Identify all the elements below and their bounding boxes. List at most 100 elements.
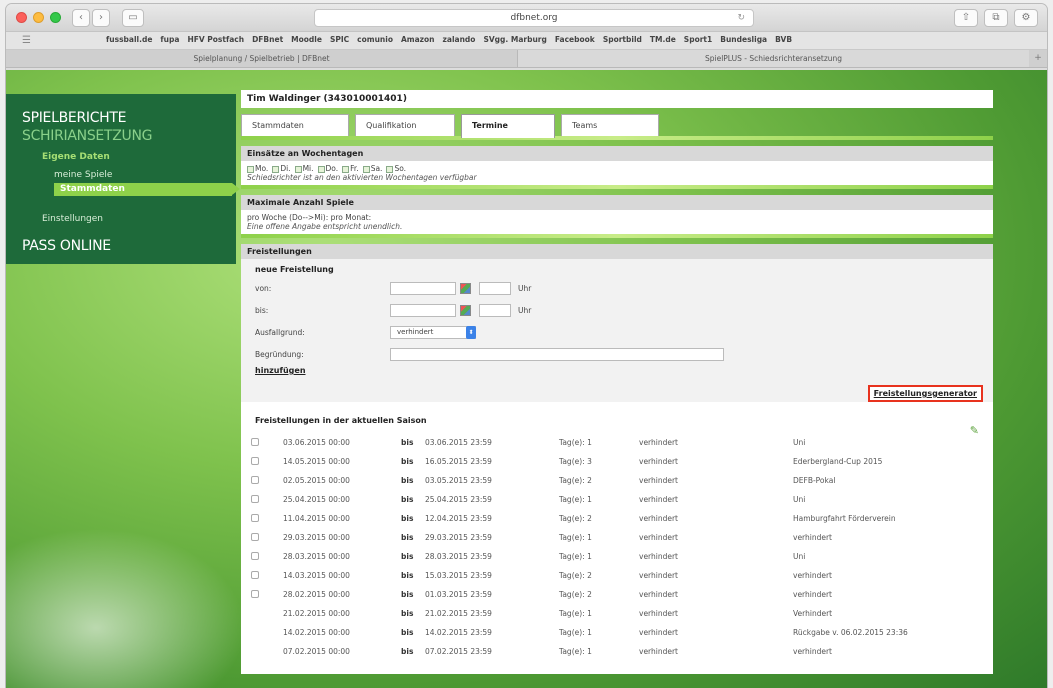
checkbox-icon[interactable] — [317, 165, 325, 173]
sidebar-item-einstellungen[interactable]: Einstellungen — [42, 214, 103, 224]
bis-cell: bis — [401, 628, 414, 637]
sidebar-item-schiriansetzung[interactable]: SCHIRIANSETZUNG — [22, 128, 152, 144]
checkbox-cell[interactable] — [251, 452, 283, 471]
bookmark-item[interactable]: comunio — [357, 35, 393, 44]
tab-stammdaten[interactable]: Stammdaten — [241, 114, 349, 136]
row-checkbox[interactable] — [251, 456, 259, 465]
bookmark-item[interactable]: Moodle — [291, 35, 322, 44]
bookmark-item[interactable]: HFV Postfach — [187, 35, 244, 44]
bookmark-item[interactable]: Sport1 — [684, 35, 712, 44]
bookmark-item[interactable]: fussball.de — [106, 35, 152, 44]
bookmarks-icon[interactable]: ☰ — [22, 35, 31, 46]
row-checkbox[interactable] — [251, 475, 259, 484]
edit-pencil-icon[interactable]: ✎ — [970, 424, 979, 437]
checkbox-icon[interactable] — [342, 165, 350, 173]
minimize-window-button[interactable] — [33, 12, 44, 23]
checkbox-cell[interactable] — [251, 433, 283, 452]
weekday-option[interactable]: Do. — [317, 164, 338, 173]
row-checkbox[interactable] — [251, 532, 259, 541]
row-checkbox[interactable] — [251, 570, 259, 579]
begruendung-input[interactable] — [390, 348, 724, 361]
row-checkbox[interactable] — [251, 437, 259, 446]
bis-time-input[interactable] — [479, 304, 511, 317]
von-time-input[interactable] — [479, 282, 511, 295]
freistellungsgenerator-link[interactable]: Freistellungsgenerator — [867, 385, 983, 402]
row-checkbox[interactable] — [251, 551, 259, 560]
weekday-option[interactable]: Mi. — [294, 164, 314, 173]
checkbox-icon[interactable] — [362, 165, 370, 173]
tab-termine[interactable]: Termine — [461, 114, 555, 138]
close-window-button[interactable] — [16, 12, 27, 23]
bookmark-item[interactable]: DFBnet — [252, 35, 283, 44]
divider — [241, 234, 993, 238]
sidebar-item-spielberichte[interactable]: SPIELBERICHTE — [22, 110, 127, 126]
bookmark-item[interactable]: Bundesliga — [720, 35, 767, 44]
checkbox-cell[interactable] — [251, 566, 283, 585]
reload-icon[interactable]: ↻ — [737, 10, 745, 26]
weekday-option[interactable]: Mo. — [247, 164, 268, 173]
weekday-option[interactable]: Fr. — [342, 164, 359, 173]
calendar-icon[interactable] — [460, 283, 471, 294]
bookmark-item[interactable]: TM.de — [650, 35, 676, 44]
from-cell: 28.02.2015 00:00 — [283, 590, 350, 599]
bookmark-item[interactable]: BVB — [775, 35, 792, 44]
tab-teams[interactable]: Teams — [561, 114, 659, 136]
sidebar-toggle-icon[interactable]: ▭ — [122, 9, 144, 27]
table-row: 28.03.2015 00:00 bis 28.03.2015 23:59 Tag(e… — [251, 547, 983, 566]
checkbox-icon[interactable] — [294, 165, 302, 173]
bookmark-item[interactable]: SPIC — [330, 35, 349, 44]
bookmark-item[interactable]: fupa — [160, 35, 179, 44]
bookmark-item[interactable]: Facebook — [555, 35, 595, 44]
reason-cell: verhindert — [639, 571, 678, 580]
freistellungen-title: Freistellungen — [241, 244, 993, 259]
sidebar-item-eigene-daten[interactable]: Eigene Daten — [42, 152, 110, 162]
sidebar-item-stammdaten[interactable]: Stammdaten — [54, 183, 240, 196]
days-cell: Tag(e): 2 — [559, 571, 592, 580]
tabs-overview-icon[interactable]: ⧉ — [984, 9, 1008, 27]
bis-date-input[interactable] — [390, 304, 456, 317]
back-icon[interactable]: ‹ — [72, 9, 90, 27]
from-cell: 11.04.2015 00:00 — [283, 514, 350, 523]
sidebar-item-meine-spiele[interactable]: meine Spiele — [54, 170, 112, 180]
zoom-window-button[interactable] — [50, 12, 61, 23]
browser-tab-dfbnet[interactable]: Spielplanung / Spielbetrieb | DFBnet — [6, 50, 517, 67]
weekday-option[interactable]: Sa. — [362, 164, 382, 173]
weekday-option[interactable]: So. — [386, 164, 406, 173]
checkbox-icon[interactable] — [272, 165, 280, 173]
checkbox-icon[interactable] — [247, 165, 254, 173]
tab-qualifikation[interactable]: Qualifikation — [355, 114, 455, 136]
weekday-option[interactable]: Di. — [272, 164, 291, 173]
row-checkbox[interactable] — [251, 494, 259, 503]
ausfallgrund-select[interactable]: verhindert ⬍ — [390, 326, 476, 339]
address-bar[interactable]: dfbnet.org ↻ — [314, 9, 754, 27]
von-date-input[interactable] — [390, 282, 456, 295]
settings-gear-icon[interactable]: ⚙ — [1014, 9, 1038, 27]
new-tab-icon[interactable]: + — [1029, 50, 1047, 67]
checkbox-cell[interactable] — [251, 547, 283, 566]
calendar-icon[interactable] — [460, 305, 471, 316]
from-cell: 07.02.2015 00:00 — [283, 647, 350, 656]
bookmark-item[interactable]: Amazon — [401, 35, 435, 44]
browser-tab-spielplus[interactable]: SpielPLUS - Schiedsrichteransetzung — [517, 50, 1029, 67]
sidebar-item-pass-online[interactable]: PASS ONLINE — [22, 238, 111, 254]
checkbox-cell[interactable] — [251, 471, 283, 490]
checkbox-cell[interactable] — [251, 528, 283, 547]
row-checkbox[interactable] — [251, 513, 259, 522]
checkbox-cell[interactable] — [251, 490, 283, 509]
checkbox-cell[interactable] — [251, 585, 283, 604]
row-checkbox[interactable] — [251, 589, 259, 598]
bookmark-item[interactable]: zalando — [443, 35, 476, 44]
new-freistellung-title: neue Freistellung — [255, 265, 334, 274]
bookmark-item[interactable]: SVgg. Marburg — [483, 35, 546, 44]
checkbox-cell[interactable] — [251, 509, 283, 528]
share-icon[interactable]: ⇧ — [954, 9, 978, 27]
main-panel: Tim Waldinger (343010001401) Stammdaten … — [241, 90, 993, 688]
bookmark-item[interactable]: Sportbild — [603, 35, 642, 44]
table-row: 11.04.2015 00:00 bis 12.04.2015 23:59 Tag(e… — [251, 509, 983, 528]
browser-tabs: Spielplanung / Spielbetrieb | DFBnet Spi… — [6, 50, 1047, 68]
forward-icon[interactable]: › — [92, 9, 110, 27]
add-freistellung-link[interactable]: hinzufügen — [255, 366, 979, 375]
checkbox-icon[interactable] — [386, 165, 394, 173]
to-cell: 29.03.2015 23:59 — [425, 533, 492, 542]
table-row: 25.04.2015 00:00 bis 25.04.2015 23:59 Tag(e… — [251, 490, 983, 509]
